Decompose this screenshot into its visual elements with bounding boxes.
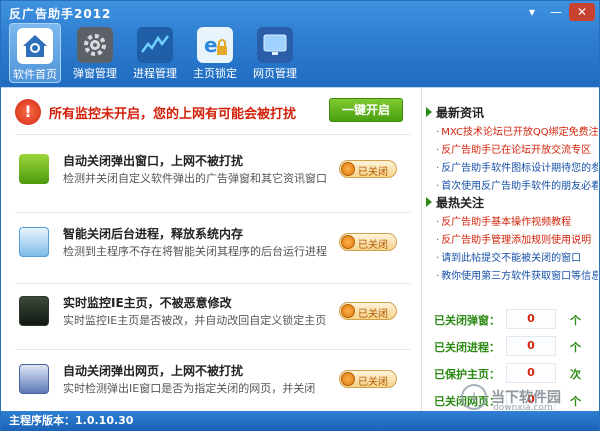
- hot-link[interactable]: 请到此帖提交不能被关闭的窗口: [436, 250, 598, 268]
- watermark-sub: downxia.com: [493, 403, 553, 413]
- toggle-knob: [341, 235, 355, 249]
- news-title: 最新资讯: [436, 106, 485, 120]
- tab-webpage-manage-label: 网页管理: [253, 67, 297, 80]
- feature-toggle[interactable]: 已关闭: [339, 370, 397, 388]
- watermark-logo-icon: ↓: [461, 384, 487, 410]
- feature-desc: 实时监控IE主页是否被改，并自动改回自定义锁定主页: [63, 314, 327, 327]
- hot-link[interactable]: 反广告助手基本操作视频教程: [436, 214, 598, 232]
- monitor-icon: [257, 27, 293, 63]
- feature-name: 自动关闭弹出网页，上网不被打扰: [63, 364, 244, 378]
- feature-desc: 实时检测弹出IE窗口是否为指定关闭的网页，并关闭: [63, 382, 316, 395]
- feature-row-popup: 自动关闭弹出窗口，上网不被打扰 检测并关闭自定义软件弹出的广告弹窗和其它资讯窗口…: [17, 148, 413, 208]
- info-panel: 最新资讯 MXC技术论坛已开放QQ绑定免费注册 反广告助手已在论坛开放交流专区 …: [421, 88, 599, 412]
- feature-toggle[interactable]: 已关闭: [339, 233, 397, 251]
- tab-webpage-manage[interactable]: 网页管理: [249, 23, 301, 83]
- alert-message: 所有监控未开启，您的上网有可能会被打扰: [49, 106, 297, 122]
- tab-popup-manage[interactable]: 弹窗管理: [69, 23, 121, 83]
- status-alert: ! 所有监控未开启，您的上网有可能会被打扰 一键开启: [15, 98, 411, 126]
- feature-row-webpage: 自动关闭弹出网页，上网不被打扰 实时检测弹出IE窗口是否为指定关闭的网页，并关闭…: [17, 358, 413, 418]
- feature-toggle[interactable]: 已关闭: [339, 160, 397, 178]
- process-icon: [19, 227, 49, 257]
- minimize-icon[interactable]: —: [545, 3, 567, 21]
- toggle-label: 已关闭: [358, 167, 388, 178]
- warning-icon: !: [15, 99, 41, 125]
- tab-process-manage-label: 进程管理: [133, 67, 177, 80]
- divider: [15, 212, 411, 213]
- main-toolbar: 软件首页 弹窗管理 进程管理 e 主页锁定 网页管理: [9, 23, 301, 83]
- divider: [15, 349, 411, 350]
- divider: [15, 134, 411, 135]
- news-link[interactable]: 反广告助手已在论坛开放交流专区: [436, 142, 598, 160]
- feature-desc: 检测并关闭自定义软件弹出的广告弹窗和其它资讯窗口: [63, 172, 327, 185]
- divider: [15, 283, 411, 284]
- hot-link[interactable]: 教你使用第三方软件获取窗口等信息: [436, 268, 598, 286]
- feature-toggle[interactable]: 已关闭: [339, 302, 397, 320]
- news-link[interactable]: MXC技术论坛已开放QQ绑定免费注册: [436, 124, 598, 142]
- ie-lock-icon: e: [197, 27, 233, 63]
- stat-unit: 个: [570, 314, 581, 327]
- stat-label: 已关闭弹窗：: [434, 314, 500, 327]
- toggle-knob: [341, 162, 355, 176]
- toggle-knob: [341, 304, 355, 318]
- gear-icon: [77, 27, 113, 63]
- tab-process-manage[interactable]: 进程管理: [129, 23, 181, 83]
- version-text: 主程序版本：1.0.10.30: [9, 414, 134, 427]
- toggle-label: 已关闭: [358, 309, 388, 320]
- webpage-close-icon: [19, 364, 49, 394]
- hot-list: 反广告助手基本操作视频教程 反广告助手管理添加规则使用说明 请到此帖提交不能被关…: [436, 214, 598, 286]
- toggle-knob: [341, 372, 355, 386]
- feature-row-process: 智能关闭后台进程，释放系统内存 检测到主程序不存在将智能关闭其程序的后台运行进程…: [17, 221, 413, 281]
- stat-row: 已关闭弹窗： 0 个: [430, 308, 596, 332]
- tab-homepage-lock-label: 主页锁定: [193, 67, 237, 80]
- tab-home[interactable]: 软件首页: [9, 23, 61, 83]
- feature-name: 自动关闭弹出窗口，上网不被打扰: [63, 154, 244, 168]
- home-icon: [17, 28, 53, 64]
- window-controls: ▾ — ✕: [521, 3, 595, 21]
- ie-monitor-icon: [19, 296, 49, 326]
- menu-icon[interactable]: ▾: [521, 3, 543, 21]
- hot-link[interactable]: 反广告助手管理添加规则使用说明: [436, 232, 598, 250]
- features-panel: ! 所有监控未开启，您的上网有可能会被打扰 一键开启 自动关闭弹出窗口，上网不被…: [1, 88, 421, 412]
- svg-text:e: e: [204, 33, 218, 57]
- stat-row: 已关闭进程： 0 个: [430, 335, 596, 359]
- news-heading: 最新资讯: [426, 104, 485, 121]
- enable-all-button[interactable]: 一键开启: [329, 98, 403, 122]
- title-toolbar-area: 反广告助手2012 ▾ — ✕ 软件首页 弹窗管理 进程管理 e 主页锁定 网页…: [1, 1, 599, 87]
- arrow-icon: [426, 107, 432, 117]
- feature-name: 智能关闭后台进程，释放系统内存: [63, 227, 244, 241]
- watermark: ↓ 当下软件园 downxia.com: [461, 377, 591, 417]
- hot-heading: 最热关注: [426, 194, 485, 211]
- window-title: 反广告助手2012: [9, 7, 112, 21]
- stat-unit: 个: [570, 341, 581, 354]
- stat-value: 0: [506, 309, 556, 329]
- arrow-icon: [426, 197, 432, 207]
- chart-icon: [137, 27, 173, 63]
- news-link[interactable]: 反广告助手软件图标设计期待您的参与: [436, 160, 598, 178]
- tab-popup-manage-label: 弹窗管理: [73, 67, 117, 80]
- news-list: MXC技术论坛已开放QQ绑定免费注册 反广告助手已在论坛开放交流专区 反广告助手…: [436, 124, 598, 196]
- feature-row-ie-monitor: 实时监控IE主页，不被恶意修改 实时监控IE主页是否被改，并自动改回自定义锁定主…: [17, 290, 413, 350]
- main-content: ! 所有监控未开启，您的上网有可能会被打扰 一键开启 自动关闭弹出窗口，上网不被…: [1, 87, 599, 412]
- tab-homepage-lock[interactable]: e 主页锁定: [189, 23, 241, 83]
- feature-name: 实时监控IE主页，不被恶意修改: [63, 296, 232, 310]
- toggle-label: 已关闭: [358, 240, 388, 251]
- popup-close-icon: [19, 154, 49, 184]
- feature-desc: 检测到主程序不存在将智能关闭其程序的后台运行进程: [63, 245, 327, 258]
- stat-value: 0: [506, 336, 556, 356]
- toggle-label: 已关闭: [358, 377, 388, 388]
- app-window: 反广告助手2012 ▾ — ✕ 软件首页 弹窗管理 进程管理 e 主页锁定 网页…: [0, 0, 600, 431]
- hot-title: 最热关注: [436, 196, 485, 210]
- close-icon[interactable]: ✕: [569, 3, 595, 21]
- stat-label: 已关闭进程：: [434, 341, 500, 354]
- tab-home-label: 软件首页: [13, 68, 57, 81]
